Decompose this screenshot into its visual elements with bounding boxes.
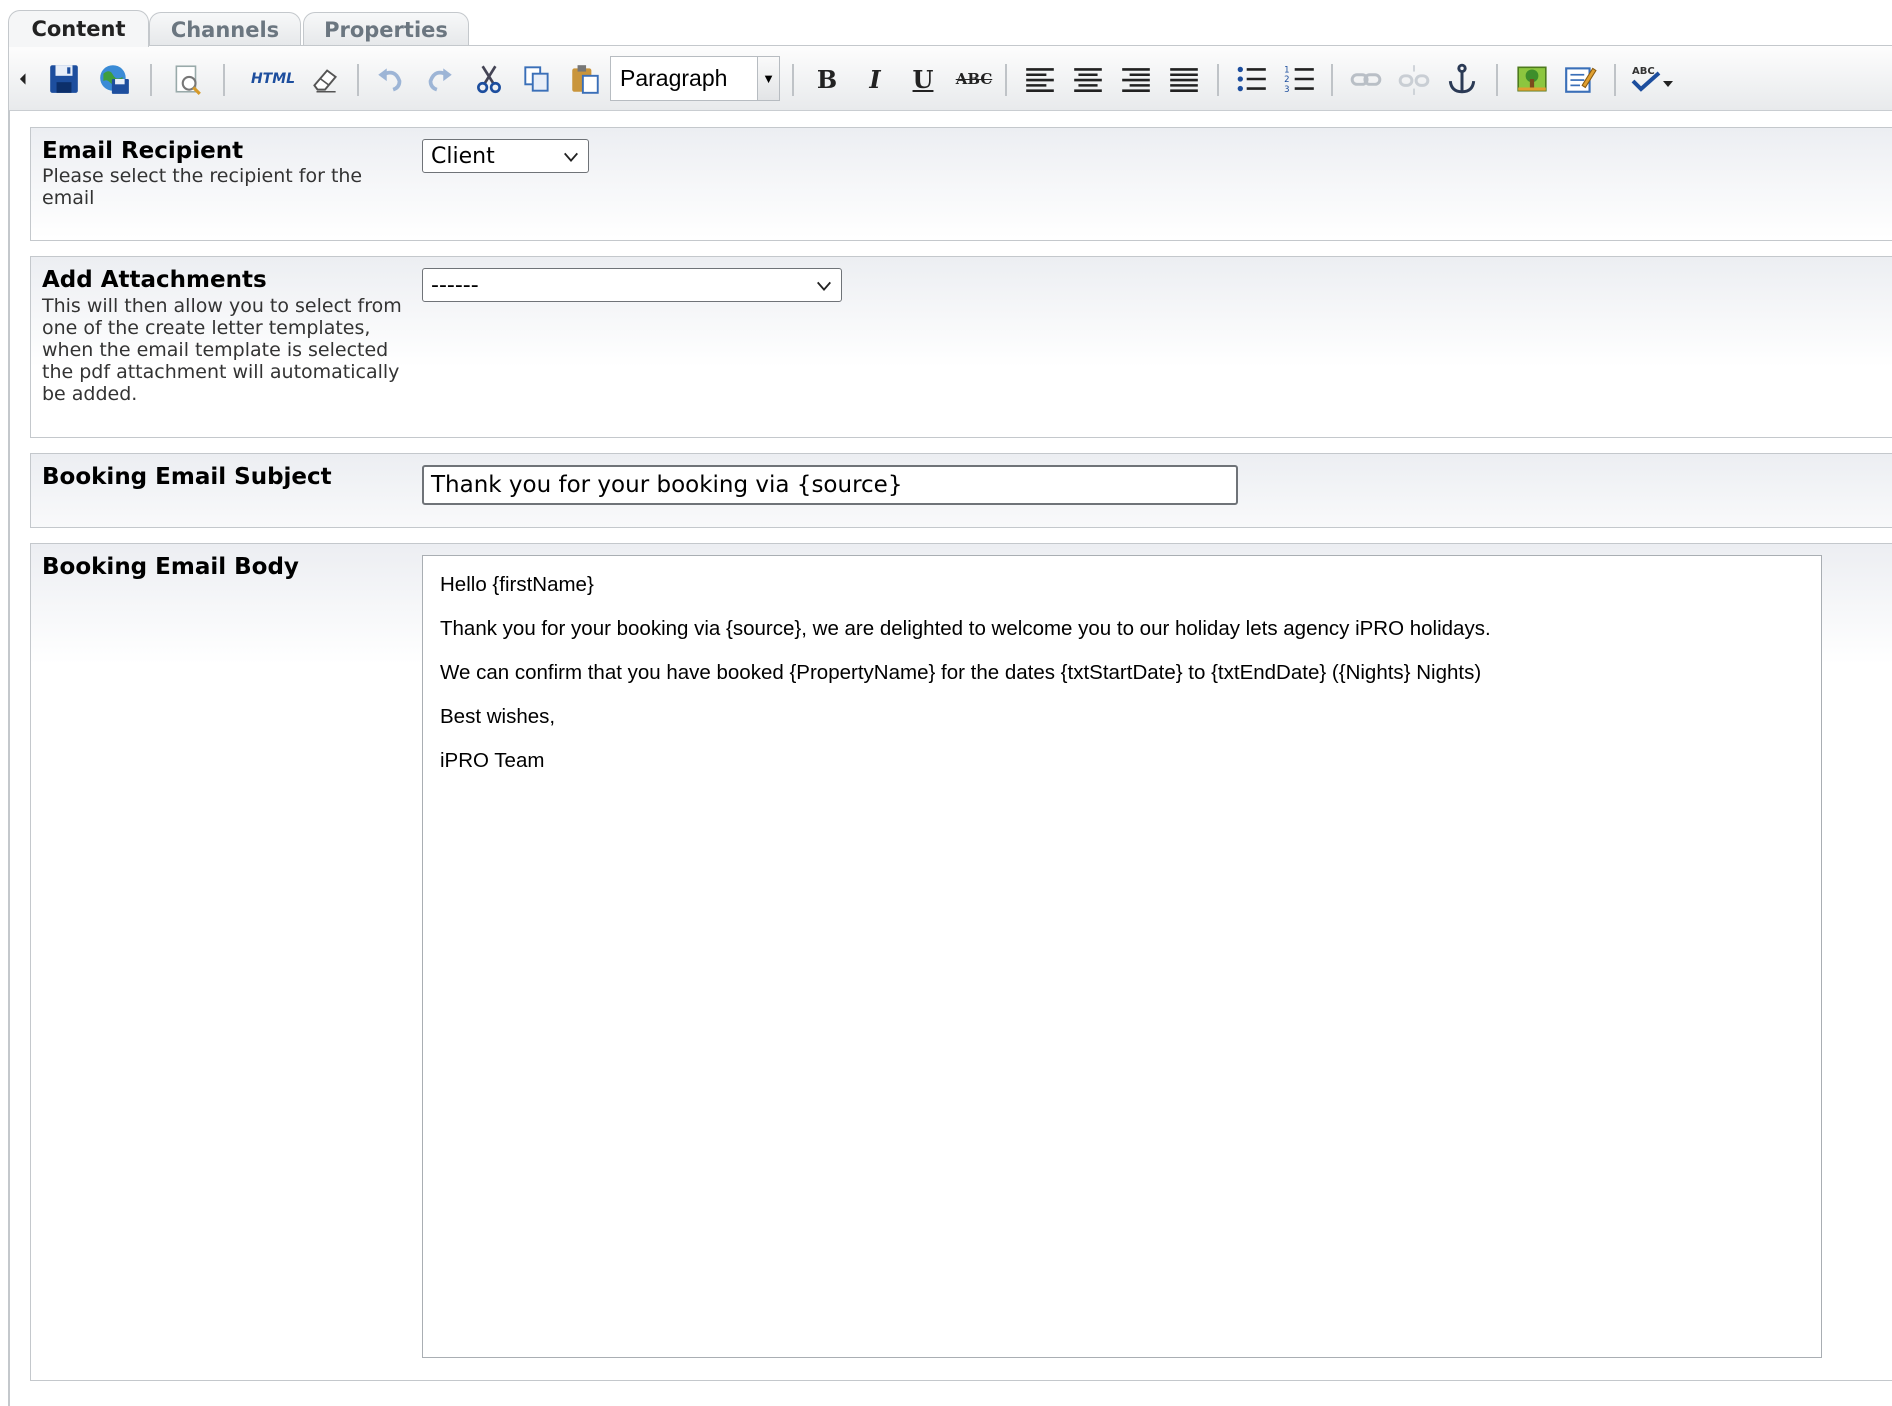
- numbered-list-icon[interactable]: 123: [1280, 59, 1320, 99]
- undo-icon[interactable]: [371, 59, 411, 99]
- align-left-icon[interactable]: [1020, 59, 1060, 99]
- bullet-list-icon[interactable]: [1232, 59, 1272, 99]
- body-paragraph: Thank you for your booking via {source},…: [440, 617, 1491, 640]
- toolbar-separator: [1005, 64, 1007, 96]
- add-attachments-row: Add Attachments This will then allow you…: [30, 256, 1892, 438]
- email-recipient-value: Client: [431, 143, 495, 169]
- align-center-icon[interactable]: [1068, 59, 1108, 99]
- email-recipient-row: Email Recipient Please select the recipi…: [30, 127, 1892, 241]
- attachment-template-value: ------: [431, 272, 479, 298]
- svg-text:3: 3: [1284, 85, 1289, 95]
- italic-icon[interactable]: I: [855, 59, 895, 99]
- format-dropdown-icon[interactable]: ▼: [757, 57, 779, 100]
- email-recipient-description: Please select the recipient for the emai…: [42, 165, 363, 209]
- email-body-title: Booking Email Body: [42, 554, 299, 580]
- bold-icon[interactable]: B: [807, 59, 847, 99]
- email-subject-input[interactable]: Thank you for your booking via {source}: [422, 465, 1238, 505]
- underline-icon[interactable]: U: [903, 59, 943, 99]
- link-icon[interactable]: [1346, 59, 1386, 99]
- toolbar-separator: [357, 64, 359, 96]
- attachment-template-select[interactable]: ------: [422, 268, 842, 302]
- editor-toolbar: HTML Paragraph ▼ B I U ABC 1 2 3 ABC: [9, 46, 1892, 111]
- body-paragraph: We can confirm that you have booked {Pro…: [440, 661, 1482, 684]
- toolbar-separator: [150, 64, 152, 96]
- collapse-toolbar-icon[interactable]: [12, 59, 32, 99]
- tab-channels[interactable]: Channels: [149, 12, 301, 46]
- bold-label: B: [816, 64, 838, 94]
- cut-icon[interactable]: [469, 59, 509, 99]
- toolbar-separator: [1331, 64, 1333, 96]
- clean-up-icon[interactable]: [305, 59, 345, 99]
- save-icon[interactable]: [44, 59, 84, 99]
- toolbar-separator: [792, 64, 794, 96]
- format-select[interactable]: Paragraph ▼: [610, 56, 780, 101]
- html-source-label: HTML: [250, 71, 296, 87]
- email-subject-value: Thank you for your booking via {source}: [431, 472, 903, 498]
- strikethrough-label: ABC: [955, 70, 993, 88]
- copy-icon[interactable]: [517, 59, 557, 99]
- email-body-row: Booking Email Body Hello {firstName} Tha…: [30, 543, 1892, 1381]
- toolbar-separator: [223, 64, 225, 96]
- chevron-down-icon: [564, 152, 578, 162]
- email-subject-row: Booking Email Subject Thank you for your…: [30, 453, 1892, 528]
- insert-image-icon[interactable]: [1512, 59, 1552, 99]
- email-recipient-title: Email Recipient: [42, 138, 244, 164]
- add-attachments-description: This will then allow you to select from …: [42, 295, 402, 405]
- unlink-icon[interactable]: [1394, 59, 1434, 99]
- preview-icon[interactable]: [167, 59, 207, 99]
- spellcheck-icon[interactable]: ABC: [1625, 59, 1677, 99]
- align-justify-icon[interactable]: [1164, 59, 1204, 99]
- body-paragraph: Best wishes,: [440, 705, 556, 728]
- strikethrough-icon[interactable]: ABC: [951, 59, 997, 99]
- paste-icon[interactable]: [565, 59, 605, 99]
- email-recipient-select[interactable]: Client: [422, 139, 589, 173]
- body-paragraph: iPRO Team: [440, 749, 545, 772]
- underline-label: U: [912, 64, 934, 94]
- redo-icon[interactable]: [419, 59, 459, 99]
- editor-tabs: Content Channels Properties: [0, 0, 1892, 47]
- toolbar-separator: [1217, 64, 1219, 96]
- italic-label: I: [869, 64, 881, 94]
- tab-content[interactable]: Content: [8, 10, 149, 47]
- chevron-down-icon: [817, 281, 831, 291]
- toolbar-separator: [1496, 64, 1498, 96]
- format-select-value: Paragraph: [620, 65, 728, 91]
- svg-text:2: 2: [1284, 75, 1289, 85]
- svg-text:ABC: ABC: [1632, 66, 1655, 77]
- email-subject-title: Booking Email Subject: [42, 464, 332, 490]
- toolbar-separator: [1614, 64, 1616, 96]
- html-source-icon[interactable]: HTML: [245, 59, 301, 99]
- anchor-icon[interactable]: [1442, 59, 1482, 99]
- insert-macro-icon[interactable]: [1560, 59, 1600, 99]
- add-attachments-title: Add Attachments: [42, 267, 267, 293]
- save-publish-icon[interactable]: [94, 59, 134, 99]
- align-right-icon[interactable]: [1116, 59, 1156, 99]
- tab-properties[interactable]: Properties: [303, 12, 469, 46]
- email-body-editor[interactable]: Hello {firstName} Thank you for your boo…: [422, 555, 1822, 1358]
- body-paragraph: Hello {firstName}: [440, 573, 594, 596]
- svg-text:1: 1: [1284, 66, 1289, 76]
